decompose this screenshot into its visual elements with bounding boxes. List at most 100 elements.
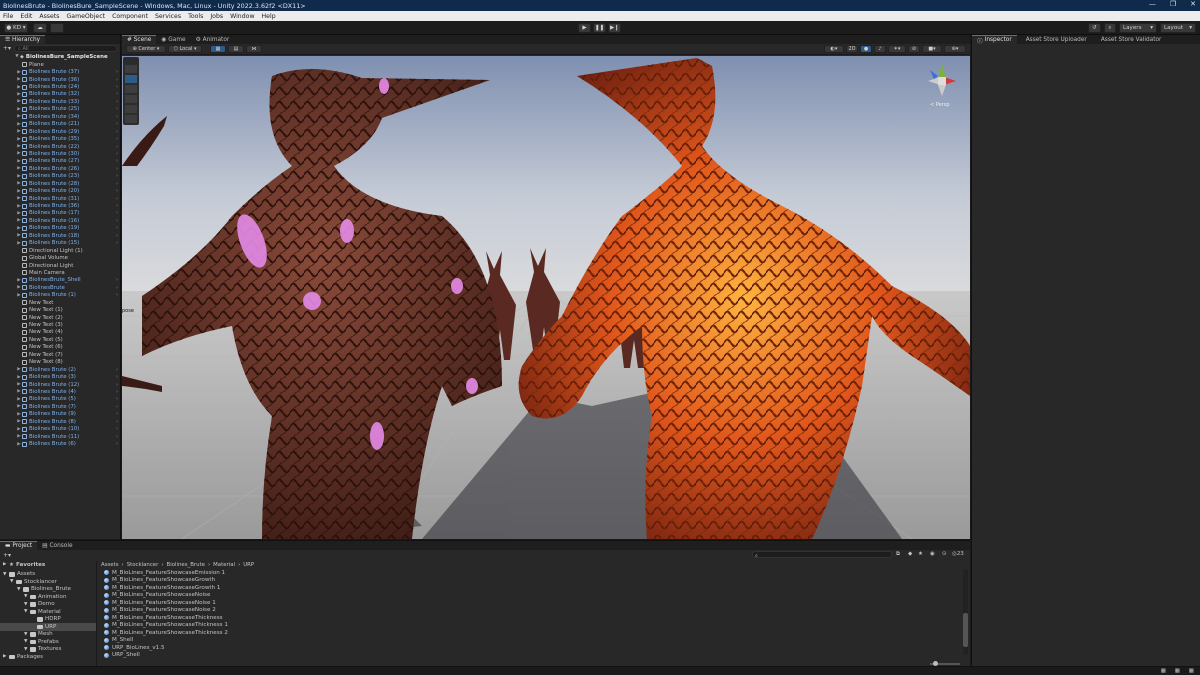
folder-tree-item[interactable]: ▼ Prefabs — [0, 638, 96, 646]
menu-help[interactable]: Help — [262, 13, 276, 20]
progress-icon[interactable]: ▦ — [1161, 668, 1166, 674]
asset-list-item[interactable]: M_BioLines_FeatureShowcaseThickness 2 — [98, 629, 970, 637]
hierarchy-item[interactable]: New Text (8) — [0, 359, 121, 366]
menu-services[interactable]: Services — [155, 13, 181, 20]
menu-window[interactable]: Window — [230, 13, 254, 20]
search-button[interactable]: ⌕ — [1104, 23, 1116, 33]
hierarchy-item[interactable]: Directional Light (1) — [0, 247, 121, 254]
debug-mode-icon[interactable]: ▦ — [1189, 668, 1194, 674]
hierarchy-item[interactable]: ▶ BiolinesBrute_Shell › — [0, 277, 121, 284]
open-prefab-chevron-icon[interactable]: › — [116, 411, 118, 417]
open-prefab-chevron-icon[interactable]: › — [116, 434, 118, 440]
layout-dropdown[interactable]: Layout ▾ — [1160, 23, 1196, 33]
open-prefab-chevron-icon[interactable]: › — [116, 181, 118, 187]
toggle-2d-button[interactable]: 2D — [846, 45, 858, 53]
folder-tree-item[interactable]: ▼ Demo — [0, 601, 96, 609]
asset-list-item[interactable]: URP_Shell — [98, 652, 970, 660]
asset-list-item[interactable]: M_BioLines_FeatureShowcaseNoise 1 — [98, 599, 970, 607]
menu-assets[interactable]: Assets — [39, 13, 59, 20]
scrollbar-thumb[interactable] — [963, 613, 968, 647]
asset-list-item[interactable]: M_Shell — [98, 637, 970, 645]
open-prefab-chevron-icon[interactable]: › — [116, 203, 118, 209]
folder-tree-item[interactable]: ▶ Packages — [0, 653, 96, 661]
hierarchy-item[interactable]: ▶ Biolines Brute (19) › — [0, 225, 121, 232]
hierarchy-item[interactable]: Plane — [0, 61, 121, 68]
open-prefab-chevron-icon[interactable]: › — [116, 151, 118, 157]
hierarchy-item[interactable]: ▶ Biolines Brute (25) › — [0, 106, 121, 113]
asset-list-item[interactable]: M_BioLines_FeatureShowcaseEmission 1 — [98, 569, 970, 577]
pivot-dropdown[interactable]: ⊕ Center ▾ — [126, 45, 166, 53]
hierarchy-item[interactable]: Global Volume — [0, 254, 121, 261]
menu-edit[interactable]: Edit — [20, 13, 32, 20]
hidden-objects-toggle[interactable]: ⊘ — [908, 45, 920, 53]
hierarchy-item[interactable]: ▶ Biolines Brute (31) › — [0, 195, 121, 202]
open-prefab-chevron-icon[interactable]: › — [116, 144, 118, 150]
open-prefab-chevron-icon[interactable]: › — [116, 285, 118, 291]
maximize-button[interactable]: ❐ — [1170, 0, 1176, 11]
menu-file[interactable]: File — [3, 13, 13, 20]
hierarchy-item[interactable]: ▶ Biolines Brute (28) › — [0, 180, 121, 187]
open-prefab-chevron-icon[interactable]: › — [116, 382, 118, 388]
open-prefab-chevron-icon[interactable]: › — [116, 188, 118, 194]
open-prefab-chevron-icon[interactable]: › — [116, 218, 118, 224]
hierarchy-item[interactable]: ▶ Biolines Brute (10) › — [0, 425, 121, 432]
menu-jobs[interactable]: Jobs — [210, 13, 223, 20]
eye-icon[interactable]: ⊙ — [942, 551, 947, 557]
lighting-toggle[interactable]: ● — [860, 45, 872, 53]
open-prefab-chevron-icon[interactable]: › — [116, 277, 118, 283]
open-prefab-chevron-icon[interactable]: › — [116, 374, 118, 380]
asset-list-item[interactable]: M_BioLines_FeatureShowcaseGrowth — [98, 577, 970, 585]
scene-root-row[interactable]: ▼ ◈ BiolinesBure_SampleScene — [0, 53, 121, 60]
tab-console[interactable]: ▤ Console — [37, 541, 77, 550]
hierarchy-item[interactable]: ▶ Biolines Brute (37) › — [0, 68, 121, 75]
breadcrumb-item[interactable]: Assets — [101, 562, 119, 568]
hierarchy-item[interactable]: ▶ Biolines Brute (6) › — [0, 440, 121, 447]
hierarchy-item[interactable]: New Text (3) — [0, 321, 121, 328]
breadcrumb-item[interactable]: Material — [213, 562, 235, 568]
menu-gameobject[interactable]: GameObject — [66, 13, 105, 20]
scene-viewport[interactable]: pose < Persp — [122, 56, 970, 539]
open-prefab-chevron-icon[interactable]: › — [116, 292, 118, 298]
hierarchy-item[interactable]: ▶ Biolines Brute (11) › — [0, 433, 121, 440]
space-dropdown[interactable]: ⬡ Local ▾ — [168, 45, 202, 53]
hierarchy-item[interactable]: New Text (5) — [0, 336, 121, 343]
open-prefab-chevron-icon[interactable]: › — [116, 426, 118, 432]
hierarchy-item[interactable]: Directional Light — [0, 262, 121, 269]
hierarchy-item[interactable]: ▶ Biolines Brute (8) › — [0, 418, 121, 425]
folder-tree-item[interactable]: ▼ Animation — [0, 593, 96, 601]
draw-mode-dropdown[interactable]: ◐ ▾ — [824, 45, 844, 53]
open-prefab-chevron-icon[interactable]: › — [116, 173, 118, 179]
hidden-packages-icon[interactable]: ◉ — [930, 551, 935, 557]
hierarchy-item[interactable]: ▶ Biolines Brute (36) › — [0, 202, 121, 209]
folder-tree-item[interactable]: ▼ Material — [0, 608, 96, 616]
hierarchy-item[interactable]: ▶ Biolines Brute (4) › — [0, 388, 121, 395]
gizmos-dropdown[interactable]: ⊛ ▾ — [944, 45, 966, 53]
hierarchy-item[interactable]: ▶ Biolines Brute (30) › — [0, 150, 121, 157]
open-prefab-chevron-icon[interactable]: › — [116, 69, 118, 75]
open-prefab-chevron-icon[interactable]: › — [116, 404, 118, 410]
open-prefab-chevron-icon[interactable]: › — [116, 77, 118, 83]
layers-dropdown[interactable]: Layers ▾ — [1119, 23, 1157, 33]
tab-animator[interactable]: ⚙ Animator — [191, 35, 235, 44]
project-search-input[interactable]: ⌕ — [752, 551, 892, 559]
hierarchy-item[interactable]: ▶ Biolines Brute (27) › — [0, 158, 121, 165]
transform-tool-strip[interactable] — [123, 57, 139, 125]
tab-hierarchy[interactable]: ☰ Hierarchy — [0, 35, 46, 44]
camera-settings-dropdown[interactable]: ■ ▾ — [922, 45, 942, 53]
effects-dropdown[interactable]: ✶ ▾ — [888, 45, 906, 53]
minimize-button[interactable]: — — [1149, 0, 1156, 11]
open-prefab-chevron-icon[interactable]: › — [116, 419, 118, 425]
snap-settings-button[interactable]: ⋈ — [246, 45, 262, 53]
asset-list-item[interactable]: URP_BioLines_v1.5 — [98, 644, 970, 652]
hierarchy-item[interactable]: ▶ Biolines Brute (16) › — [0, 217, 121, 224]
folder-tree-item[interactable]: HDRP — [0, 616, 96, 624]
hierarchy-item[interactable]: New Text (2) — [0, 314, 121, 321]
breadcrumb-item[interactable]: URP — [243, 562, 254, 568]
tab-project[interactable]: ▬ Project — [0, 541, 38, 550]
hierarchy-item[interactable]: ▶ Biolines Brute (21) › — [0, 121, 121, 128]
open-prefab-chevron-icon[interactable]: › — [116, 233, 118, 239]
open-prefab-chevron-icon[interactable]: › — [116, 121, 118, 127]
folder-tree-item[interactable]: ▼ Assets — [0, 571, 96, 579]
asset-list-item[interactable]: M_BioLines_FeatureShowcaseThickness 1 — [98, 622, 970, 630]
hierarchy-item[interactable]: Main Camera — [0, 269, 121, 276]
